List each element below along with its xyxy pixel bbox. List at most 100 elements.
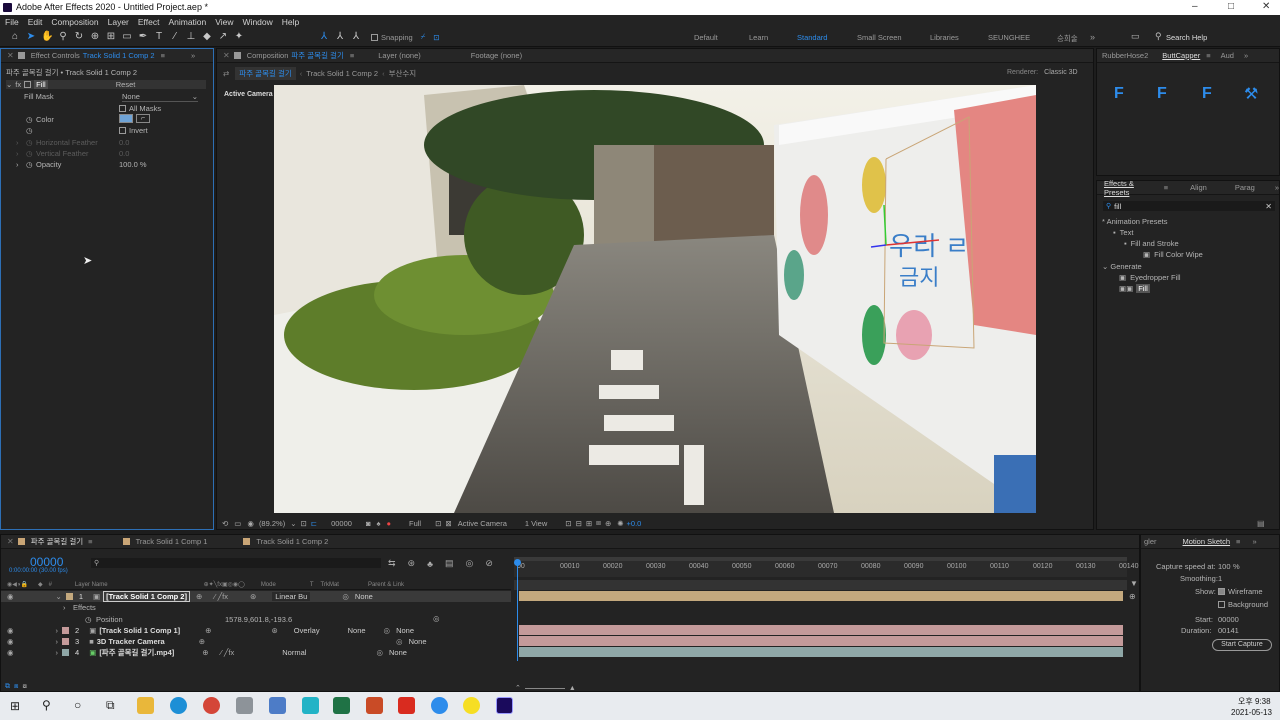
timeline-tab-comp2[interactable]: Track Solid 1 Comp 2 — [256, 537, 328, 546]
eye-icon[interactable]: ◉ — [7, 592, 14, 601]
panel-overflow-icon[interactable]: » — [191, 51, 195, 60]
layer-mode[interactable]: Overlay — [294, 626, 320, 635]
layer-parent[interactable]: None — [396, 626, 414, 635]
kakaotalk-icon[interactable] — [463, 697, 480, 714]
search-help-input[interactable]: Search Help — [1166, 33, 1207, 42]
pickwhip-icon[interactable]: ◎ — [384, 626, 391, 635]
search-icon[interactable]: ⚲ — [1155, 31, 1162, 42]
layer-mode[interactable]: Linear Bu — [272, 592, 311, 601]
panel-menu-icon[interactable]: ≡ — [1236, 537, 1240, 546]
hand-tool-icon[interactable]: ✋ — [41, 31, 53, 43]
app-icon[interactable] — [269, 697, 286, 714]
expand-arrow-icon[interactable]: › — [16, 138, 19, 147]
chrome-icon[interactable] — [203, 697, 220, 714]
world-axis-icon[interactable]: ⅄ — [334, 31, 346, 43]
panel-menu-icon[interactable]: ≡ — [1206, 51, 1210, 60]
layer-bar[interactable] — [519, 636, 1123, 646]
view-axis-icon[interactable]: ⅄ — [350, 31, 362, 43]
wrench-icon[interactable]: ⚒ — [1244, 84, 1258, 104]
position-value[interactable]: 1578.9,601.8,-193.6 — [225, 615, 292, 624]
exposure-value[interactable]: +0.0 — [627, 519, 642, 528]
tab-audio[interactable]: Aud — [1221, 51, 1234, 60]
stopwatch-icon[interactable]: ◷ — [26, 138, 33, 147]
motion-blur-icon[interactable]: ⧈ — [596, 518, 601, 528]
composition-name-tab[interactable]: 파주 골목길 걸기 — [291, 50, 343, 61]
eye-icon[interactable]: ◉ — [7, 626, 14, 635]
smoothing-value[interactable]: 1 — [1218, 574, 1222, 583]
shy-switch-icon[interactable]: ⊕ — [205, 626, 211, 635]
layer-name[interactable]: [파주 골목길 걸기.mp4] — [99, 647, 174, 658]
current-time[interactable]: 00000 — [331, 519, 352, 528]
tree-item[interactable]: Eyedropper Fill — [1130, 273, 1180, 282]
playhead-handle[interactable] — [514, 559, 521, 566]
layer-tab[interactable]: Layer (none) — [378, 51, 421, 60]
column-parent[interactable]: Parent & Link — [368, 582, 404, 588]
timeline-search-input[interactable]: ⚲ — [91, 558, 381, 568]
layer-parent[interactable]: None — [389, 648, 407, 657]
capture-speed-value[interactable]: 100 — [1218, 562, 1231, 571]
exposure-icon[interactable]: ✺ — [617, 519, 623, 528]
breadcrumb-comp-2[interactable]: Track Solid 1 Comp 2 — [306, 69, 378, 78]
after-effects-icon[interactable] — [496, 697, 513, 714]
panel-menu-icon[interactable]: ≡ — [1164, 183, 1168, 192]
draft-3d-icon[interactable]: ⊞ — [586, 519, 592, 528]
view-layout[interactable]: 1 View — [525, 519, 547, 528]
toggle-pixel-icon[interactable]: ⊡ — [565, 519, 571, 528]
effect-controls-layer[interactable]: Track Solid 1 Comp 2 — [83, 51, 155, 60]
effect-name[interactable]: Fill — [34, 80, 48, 89]
tree-item[interactable]: Fill Color Wipe — [1154, 250, 1203, 259]
menu-help[interactable]: Help — [282, 17, 299, 27]
twirl-right-icon[interactable]: › — [56, 626, 59, 635]
tab-paragraph[interactable]: Parag — [1235, 183, 1255, 192]
app-icon[interactable] — [302, 697, 319, 714]
menu-edit[interactable]: Edit — [28, 17, 43, 27]
comp-mini-flowchart-icon[interactable]: ⇆ — [388, 558, 396, 569]
draft-3d-icon[interactable]: ⊛ — [408, 558, 416, 569]
channel-icon[interactable]: ● — [386, 519, 391, 528]
layer-switches-toggle-icon[interactable]: ⧉ — [5, 683, 10, 691]
horizontal-feather-value[interactable]: 0.0 — [119, 138, 129, 147]
eraser-tool-icon[interactable]: ◆ — [201, 31, 213, 43]
stopwatch-icon[interactable]: ◷ — [26, 160, 33, 169]
time-ruler[interactable]: 00 00010 00020 00030 00040 00050 00060 00070 000… — [514, 557, 1138, 577]
work-area-track[interactable] — [514, 580, 1127, 590]
color-swatch[interactable] — [119, 114, 133, 123]
vertical-feather-value[interactable]: 0.0 — [119, 149, 129, 158]
breadcrumb-comp-main[interactable]: 파주 골목길 걸기 — [235, 67, 296, 80]
tab-rubberhose[interactable]: RubberHose2 — [1102, 51, 1148, 60]
rotate-tool-icon[interactable]: ↻ — [73, 31, 85, 43]
preview-icon[interactable]: ◉ — [247, 519, 254, 528]
camera-tool-icon[interactable]: ⊕ — [89, 31, 101, 43]
layer-row[interactable]: ◉ › 2 ▣ [Track Solid 1 Comp 1] ⊕ ⊛ Overl… — [1, 625, 511, 636]
workspace-custom[interactable]: 승희술 — [1057, 33, 1078, 44]
menu-view[interactable]: View — [215, 17, 233, 27]
footage-tab[interactable]: Footage (none) — [471, 51, 522, 60]
layer-parent[interactable]: None — [355, 592, 373, 601]
twirl-right-icon[interactable]: › — [56, 648, 59, 657]
panel-menu-icon[interactable]: ≡ — [161, 51, 165, 60]
fast-preview-icon[interactable]: ⊡ — [435, 519, 441, 528]
composition-tab[interactable]: Composition — [247, 51, 289, 60]
clock-time[interactable]: 오후 9:38 — [1238, 696, 1271, 707]
menu-animation[interactable]: Animation — [168, 17, 206, 27]
workspace-seunghee[interactable]: SEUNGHEE — [988, 33, 1030, 42]
start-menu-icon[interactable]: ⊞ — [10, 699, 20, 713]
3d-layer-icon[interactable]: ⊛ — [271, 626, 277, 635]
panel-overflow-icon[interactable]: » — [1252, 537, 1256, 546]
workspace-standard[interactable]: Standard — [797, 33, 827, 42]
minimize-icon[interactable]: – — [1192, 1, 1198, 12]
work-area-bar[interactable] — [514, 557, 1127, 561]
fx-toggle-icon[interactable]: fx — [15, 80, 21, 89]
zoom-app-icon[interactable] — [431, 697, 448, 714]
label-color[interactable] — [65, 593, 73, 600]
column-layer-name[interactable]: Layer Name — [75, 582, 108, 588]
layer-row[interactable]: ◉ › 4 ▣ [파주 골목길 걸기.mp4] ⊕ ⁄ ╱fx Normal ◎… — [1, 647, 511, 658]
layer-name[interactable]: [Track Solid 1 Comp 2] — [103, 591, 190, 602]
background-checkbox[interactable] — [1218, 601, 1225, 608]
zoom-level[interactable]: (89.2%) — [259, 519, 285, 528]
workspace-small-screen[interactable]: Small Screen — [857, 33, 902, 42]
comp-marker-icon[interactable]: ▼ — [1130, 579, 1138, 588]
menu-effect[interactable]: Effect — [138, 17, 160, 27]
start-capture-button[interactable]: Start Capture — [1212, 639, 1272, 651]
timeline-tab-main[interactable]: 파주 골목길 걸기 — [31, 536, 83, 547]
